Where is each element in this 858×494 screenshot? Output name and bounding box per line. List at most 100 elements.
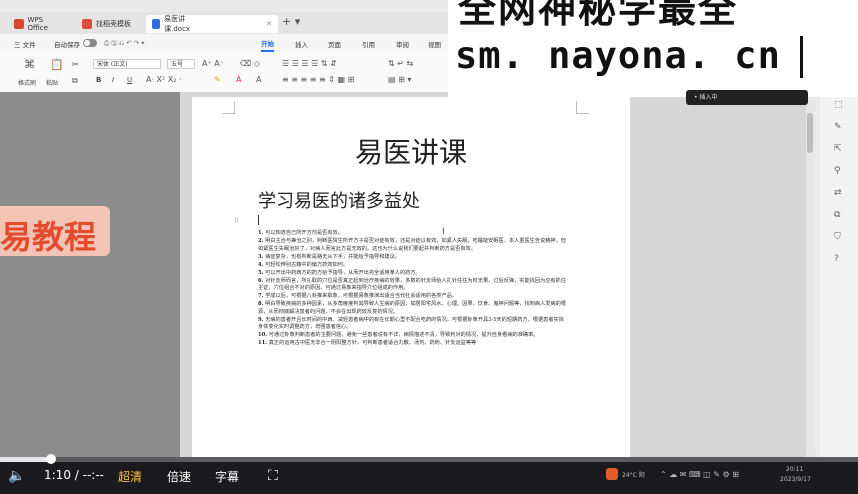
page-corner-mark (576, 101, 589, 114)
progress-fill (0, 457, 52, 462)
tab-label: 找稻壳模板 (96, 20, 131, 28)
paragraph-handle-icon[interactable]: ⠿ (234, 217, 239, 225)
scrollbar-thumb[interactable] (807, 113, 813, 153)
strikethrough-icon[interactable]: A· X² X₂ · (146, 75, 182, 84)
text-caret (258, 215, 259, 225)
highlight-icon[interactable]: ✎ (214, 75, 221, 84)
doc-icon (152, 19, 161, 29)
border-icon[interactable]: ▤ ⊞ ▾ (388, 75, 411, 84)
grow-font-icon[interactable]: A⁺ A⁻ (202, 59, 224, 68)
cut-icon[interactable]: ✂ (72, 60, 79, 69)
item-number: 6. (258, 277, 264, 284)
page-corner-mark (222, 101, 235, 114)
item-text: 学成以后，可根据八卦推来取象，可根据易象推演出适合当代社会适用的各类产品。 (265, 293, 458, 300)
benefits-list[interactable]: 1. 可以知道自己所开方剂是否有效。 2. 明白主治与兼治之别，判断医院生所开方… (258, 230, 568, 348)
status-tooltip: • 插入中 (686, 90, 808, 105)
underline-button[interactable]: U (127, 76, 132, 84)
italic-button[interactable]: I (112, 76, 114, 84)
text-cursor-bar (800, 36, 803, 78)
pen-icon[interactable]: ✎ (834, 122, 842, 132)
tab-insert[interactable]: 插入 (295, 39, 308, 49)
item-text: 无病的患者开且长时间的中西、减轻患者病中的有在长期心里不配合吃药的情况，可根据卦… (258, 316, 564, 331)
tab-wps-office[interactable]: WPS Office (8, 15, 70, 33)
video-progress-bar[interactable] (0, 454, 858, 464)
item-number: 9. (258, 316, 264, 323)
pointer-icon[interactable]: ⇱ (834, 144, 842, 154)
right-tool-rail: ⬚ ✎ ⇱ ⚲ ⇄ ⧉ ⛉ ? (820, 92, 858, 457)
item-number: 11. (258, 340, 268, 347)
time-display: 1:10 / --:-- (44, 468, 104, 482)
speed-button[interactable]: 倍速 (167, 468, 191, 485)
item-text: 可以知道自己所开方剂是否有效。 (265, 230, 343, 236)
item-text: 明白主治与兼治之别，判断医院生所开方子是否对症有效，还是对症以有效，如紧人失眠，… (258, 237, 566, 252)
template-icon (82, 19, 92, 29)
list-item: 3. 病症复杂，也有判断是路无从下手，并能给予指导和建议。 (258, 254, 568, 262)
watermark-url: sm. nayona. cn (455, 34, 781, 77)
tray-date: 2023/9/17 (780, 476, 811, 483)
tab-home[interactable]: 开始 (261, 38, 274, 52)
wps-logo-icon (14, 19, 24, 29)
watermark-line1: 全网神秘学最全 (458, 0, 739, 31)
translate-icon[interactable]: ⇄ (834, 188, 842, 198)
close-tab-icon[interactable]: ✕ (266, 20, 272, 28)
document-subtitle[interactable]: 学习易医的诸多益处 (258, 187, 420, 213)
help-icon[interactable]: ? (834, 254, 839, 264)
subtitle-button[interactable]: 字幕 (215, 468, 239, 485)
quick-access-icons[interactable]: ⎙ 🖫 ⎌ ↶ ↷ ▾ (104, 39, 144, 50)
tab-review[interactable]: 审阅 (396, 39, 409, 49)
align-icons[interactable]: ≡ ≡ ≡ ≡ ≡ ⇕ ▦ ⊞ (282, 75, 354, 84)
font-color-icon[interactable]: A (236, 75, 241, 84)
format-painter-icon[interactable]: ⌘ (24, 58, 35, 71)
tab-document[interactable]: 易医讲课.docx ✕ (146, 15, 278, 33)
tray-icons[interactable]: ⌃ ☁ ✉ ⌨ ◫ ✎ ⚙ ⊞ (660, 470, 739, 479)
paste-icon[interactable]: 📋 (50, 58, 64, 71)
fullscreen-icon[interactable]: ⛶ (268, 468, 278, 484)
select-icon[interactable]: ⬚ (834, 100, 843, 110)
style-icon[interactable]: ⚲ (834, 166, 841, 176)
copy-icon[interactable]: ⧉ (72, 76, 78, 86)
clear-format-icon[interactable]: ⌫ ◇ (240, 59, 260, 68)
autosave-toggle[interactable] (83, 39, 97, 47)
vertical-scrollbar[interactable] (806, 105, 814, 455)
font-name-select[interactable]: 宋体 (正文) (93, 59, 161, 69)
weather-icon (606, 468, 618, 480)
tab-template[interactable]: 找稻壳模板 (76, 15, 142, 33)
item-number: 4. (258, 261, 264, 268)
share-icon[interactable]: ⧉ (834, 210, 840, 220)
tab-view[interactable]: 视图 (428, 39, 441, 49)
list-item: 2. 明白主治与兼治之别，判断医院生所开方子是否对症有效，还是对症以有效，如紧人… (258, 238, 568, 253)
item-text: 真正的运用古中医无非合一阴阳整方针，可判断患者适合丸散、汤剂、药粉、针灸运益等等 (268, 340, 477, 347)
quality-button[interactable]: 超清 (118, 468, 142, 485)
bookmark-icon[interactable]: ⛉ (834, 232, 841, 242)
item-text: 对针灸师而言，所扎取的穴位是否真正起到治疗疾病的效果，多数的针灸师给人扎针往往为… (258, 277, 566, 292)
char-shading-icon[interactable]: A (256, 75, 261, 84)
document-page[interactable]: 易医讲课 学习易医的诸多益处 ⠿ I 1. 可以知道自己所开方剂是否有效。 2.… (192, 97, 630, 457)
left-margin-area (0, 92, 180, 457)
item-text: 可通过卦象判断患者的主要问题，避免一些患者说有不详，病情描述不清，导致判对的情况… (268, 332, 539, 339)
item-number: 3. (258, 253, 264, 260)
list-item: 10. 可通过卦象判断患者的主要问题，避免一些患者说有不详，病情描述不清，导致判… (258, 332, 568, 340)
item-number: 10. (258, 332, 268, 339)
volume-icon[interactable]: 🔈 (8, 468, 25, 484)
bullets-icon[interactable]: ☰ ☰ ☰ ☰ ⇅ ⇵ (282, 59, 337, 68)
sort-icon[interactable]: ⇅ ↵ ⇆ (388, 59, 413, 68)
list-item: 9. 无病的患者开且长时间的中西、减轻患者病中的有在长期心里不配合吃药的情况，可… (258, 317, 568, 332)
tab-references[interactable]: 引用 (362, 39, 375, 49)
bold-button[interactable]: B (96, 76, 101, 84)
format-painter-label: 格式刷 (18, 80, 37, 87)
item-text: 可以开出中药西方的药方给予指导，从而开出完全适用某人的药方。 (265, 269, 421, 276)
list-item: 4. 可轻松辨别古籍中的偏方药效如何。 (258, 262, 568, 270)
file-menu[interactable]: 三 文件 (14, 39, 36, 49)
list-item: 11. 真正的运用古中医无非合一阴阳整方针，可判断患者适合丸散、汤剂、药粉、针灸… (258, 340, 568, 348)
font-size-select[interactable]: 五号 (167, 59, 195, 69)
add-tab-icon[interactable]: + ▾ (282, 15, 300, 28)
item-text: 明白导致疾病的多种因素，从多角度度判其导致人生病的原因，如居阳宅风水、心理、因果… (258, 301, 566, 315)
list-item: 5. 可以开出中药西方的药方给予指导，从而开出完全适用某人的药方。 (258, 270, 568, 278)
document-title[interactable]: 易医讲课 (192, 131, 630, 171)
list-item: 7. 学成以后，可根据八卦推来取象，可根据易象推演出适合当代社会适用的各类产品。 (258, 293, 568, 301)
item-number: 5. (258, 269, 264, 276)
autosave-label: 自动保存 (54, 41, 80, 49)
paste-label: 粘贴 (46, 80, 59, 87)
screen: WPS Office 找稻壳模板 易医讲课.docx ✕ + ▾ 三 文件 自动… (0, 0, 858, 494)
tab-page[interactable]: 页面 (328, 39, 341, 49)
